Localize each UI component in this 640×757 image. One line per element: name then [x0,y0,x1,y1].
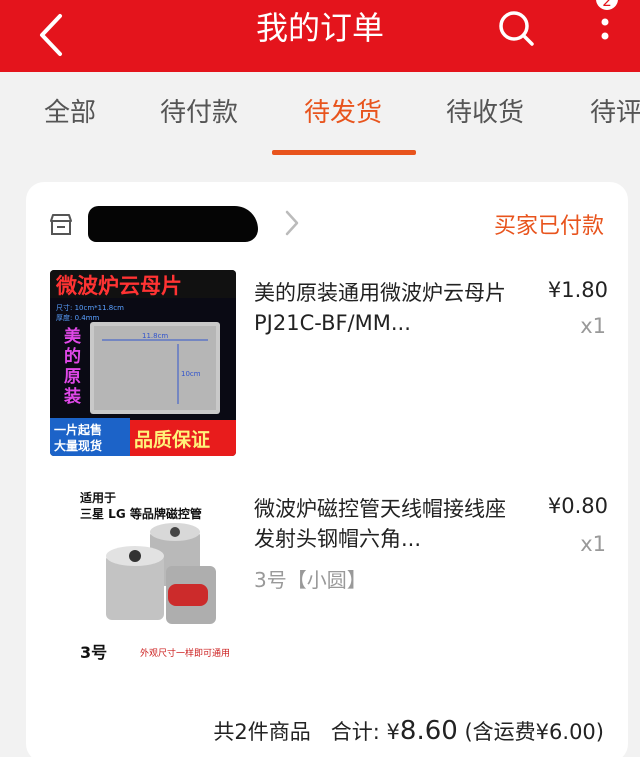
cap-bottom-note: 外观尺寸一样即可通用 [140,647,230,659]
mica-brand-4: 装 [63,386,81,407]
mica-brand-2: 的 [64,346,81,367]
order-status-tabs: 全部 待付款 待发货 待收货 待评价 [0,72,640,160]
product-name[interactable]: 美的原装通用微波炉云母片PJ21C-BF/MM... [254,278,526,338]
cap-size-label: 3号 [80,643,107,662]
order-status: 买家已付款 [493,214,604,239]
cap-top-line-2: 三星 LG 等品牌磁控管 [80,506,202,521]
mica-brand-3: 原 [64,367,81,387]
order-summary: 共2件商品 合计: ¥8.60 (含运费¥6.00) [213,716,604,746]
order-card[interactable]: 买家已付款 微波炉云母片 尺寸: 10cm*11.8cm 厚度: 0.4mm 1… [26,182,628,757]
product-variant: 3号【小圆】 [254,568,367,592]
cap-top-line-1: 适用于 [80,490,116,505]
mica-promo-3: 品质保证 [134,428,210,451]
mica-dim-width: 11.8cm [142,332,168,340]
mica-dim-height: 10cm [181,370,201,378]
product-name[interactable]: 微波炉磁控管天线帽接线座 发射头钢帽六角... [254,494,526,554]
shop-name[interactable] [88,206,258,242]
mica-promo-1: 一片起售 [54,422,102,437]
tab-pending-review[interactable]: 待评价 [590,96,640,130]
currency-symbol: ¥ [386,720,400,744]
tab-all[interactable]: 全部 [44,96,96,130]
mica-promo-2: 大量现货 [54,438,102,453]
product-quantity: x1 [580,532,606,556]
product-quantity: x1 [580,314,606,338]
page-title: 我的订单 [255,9,384,47]
total-label: 合计: [330,720,380,744]
product-price: ¥0.80 [547,494,608,518]
active-tab-indicator [272,150,416,155]
chevron-right-icon[interactable] [284,208,300,238]
search-icon[interactable] [494,6,538,50]
product-image-antenna-cap[interactable]: 适用于 三星 LG 等品牌磁控管 3号 外观尺寸一样即可通用 [50,484,236,670]
mica-brand-1: 美 [64,326,82,347]
product-price: ¥1.80 [547,278,608,302]
tab-pending-shipment[interactable]: 待发货 [304,96,382,130]
product-image-mica-sheet[interactable]: 微波炉云母片 尺寸: 10cm*11.8cm 厚度: 0.4mm 11.8cm … [50,270,236,456]
mica-headline: 微波炉云母片 [55,274,182,298]
shop-icon [50,214,72,235]
mica-size-label: 尺寸: 10cm*11.8cm [56,303,124,312]
tab-pending-receipt[interactable]: 待收货 [446,96,524,130]
total-amount: 8.60 [399,716,458,746]
tab-pending-payment[interactable]: 待付款 [160,96,238,130]
shipping-fee: (含运费¥6.00) [464,720,604,744]
item-count: 共2件商品 [213,720,311,744]
top-bar: 我的订单 2 [0,0,640,72]
mica-thickness-label: 厚度: 0.4mm [56,313,100,322]
redaction-mark [88,206,258,242]
